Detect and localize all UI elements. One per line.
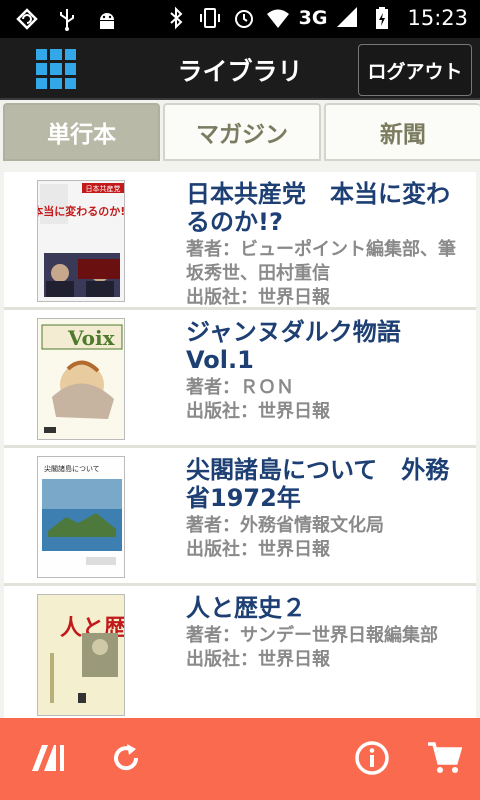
- network-type: 3G: [298, 7, 328, 29]
- book-cover: 人と歴史: [37, 594, 125, 716]
- battery-icon: [376, 7, 389, 29]
- book-info: ジャンヌダルク物語 Vol.1 著者：ＲＯＮ 出版社：世界日報: [186, 318, 472, 424]
- book-cover: 日本共産党 本当に変わるのか!?: [37, 180, 125, 302]
- tab-newspaper[interactable]: 新聞: [323, 103, 480, 161]
- info-icon[interactable]: [352, 738, 392, 778]
- cover-caption-text: 尖閣諸島について: [44, 464, 100, 473]
- list-item[interactable]: 日本共産党 本当に変わるのか!? 日本共産党 本当に変わるのか!? 著者：ビュー…: [4, 172, 476, 310]
- cover-title-text: 本当に変わるのか!?: [38, 204, 125, 218]
- book-info: 日本共産党 本当に変わるのか!? 著者：ビューポイント編集部、筆坂秀世、田村重信…: [186, 180, 472, 310]
- status-bar: 3G 15:23: [0, 0, 480, 38]
- usb-icon: [60, 9, 74, 31]
- refresh-icon[interactable]: [106, 738, 146, 778]
- book-publisher: 出版社：世界日報: [186, 539, 330, 560]
- book-author: 著者：サンデー世界日報編集部: [186, 625, 438, 646]
- signal-icon: [337, 7, 358, 27]
- book-author: 著者：ＲＯＮ: [186, 377, 294, 398]
- book-title: ジャンヌダルク物語 Vol.1: [186, 318, 401, 374]
- book-publisher: 出版社：世界日報: [186, 649, 330, 670]
- vibrate-icon: [199, 8, 220, 28]
- tab-tankobon[interactable]: 単行本: [3, 103, 161, 161]
- category-tabs: 単行本 マガジン 新聞: [0, 100, 480, 166]
- logout-button[interactable]: ログアウト: [358, 44, 472, 96]
- clock: 15:23: [407, 6, 468, 30]
- list-item[interactable]: 尖閣諸島について 尖閣諸島について 外務省1972年 著者：外務省情報文化局 出…: [4, 448, 476, 586]
- list-item[interactable]: Voix ジャンヌダルク物語 Vol.1 著者：ＲＯＮ 出版社：世界日報: [4, 310, 476, 448]
- book-list: 日本共産党 本当に変わるのか!? 日本共産党 本当に変わるのか!? 著者：ビュー…: [0, 172, 480, 718]
- book-author: 著者：ビューポイント編集部、筆坂秀世、田村重信: [186, 239, 456, 284]
- alarm-icon: [234, 10, 253, 28]
- book-publisher: 出版社：世界日報: [186, 401, 330, 422]
- bookshelf-icon[interactable]: [28, 738, 68, 778]
- bottom-bar: [0, 718, 480, 800]
- sync-icon: [16, 8, 38, 30]
- bluetooth-icon: [169, 6, 183, 30]
- book-title: 人と歴史２: [186, 594, 306, 622]
- cover-logo-text: Voix: [67, 326, 116, 350]
- list-item[interactable]: 人と歴史 人と歴史２ 著者：サンデー世界日報編集部 出版社：世界日報: [4, 586, 476, 718]
- book-title: 日本共産党 本当に変わるのか!?: [186, 180, 450, 236]
- tab-magazine[interactable]: マガジン: [163, 103, 321, 161]
- book-cover: Voix: [37, 318, 125, 440]
- book-publisher: 出版社：世界日報: [186, 287, 330, 308]
- book-cover: 尖閣諸島について: [37, 456, 125, 578]
- cart-icon[interactable]: [424, 738, 464, 778]
- book-info: 人と歴史２ 著者：サンデー世界日報編集部 出版社：世界日報: [186, 594, 472, 672]
- action-bar: ライブラリ ログアウト: [0, 38, 480, 100]
- android-icon: [100, 13, 114, 29]
- book-title: 尖閣諸島について 外務省1972年: [186, 456, 450, 512]
- cover-band-text: 日本共産党: [86, 184, 121, 193]
- book-info: 尖閣諸島について 外務省1972年 著者：外務省情報文化局 出版社：世界日報: [186, 456, 472, 562]
- book-author: 著者：外務省情報文化局: [186, 515, 384, 536]
- wifi-icon: [266, 9, 289, 28]
